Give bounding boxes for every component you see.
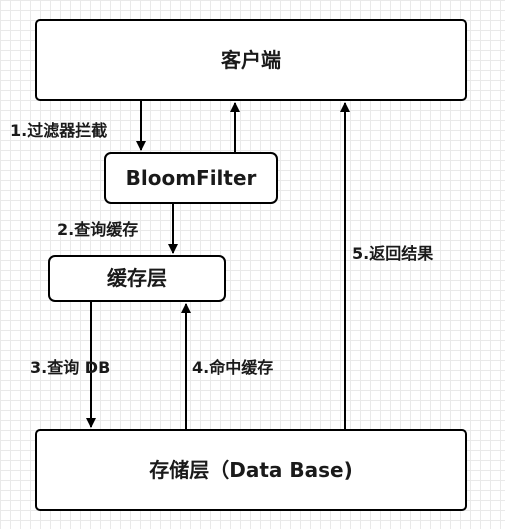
bloom-filter-node: BloomFilter (104, 152, 278, 204)
cache-layer-label: 缓存层 (107, 266, 167, 290)
edge-label-step4: 4.命中缓存 (192, 358, 273, 377)
bloom-filter-label: BloomFilter (126, 166, 257, 190)
edge-label-step3: 3.查询 DB (30, 358, 110, 377)
client-node: 客户端 (35, 19, 467, 101)
client-label: 客户端 (220, 48, 281, 72)
edge-label-step5: 5.返回结果 (352, 244, 433, 263)
storage-layer-label: 存储层（Data Base) (149, 458, 352, 482)
storage-layer-node: 存储层（Data Base) (35, 429, 467, 511)
cache-layer-node: 缓存层 (48, 255, 226, 302)
edge-label-step1: 1.过滤器拦截 (10, 121, 107, 140)
edge-label-step2: 2.查询缓存 (57, 220, 138, 239)
flow-diagram: 客户端 BloomFilter 缓存层 存储层（Data Base) 1.过滤器… (10, 19, 467, 511)
